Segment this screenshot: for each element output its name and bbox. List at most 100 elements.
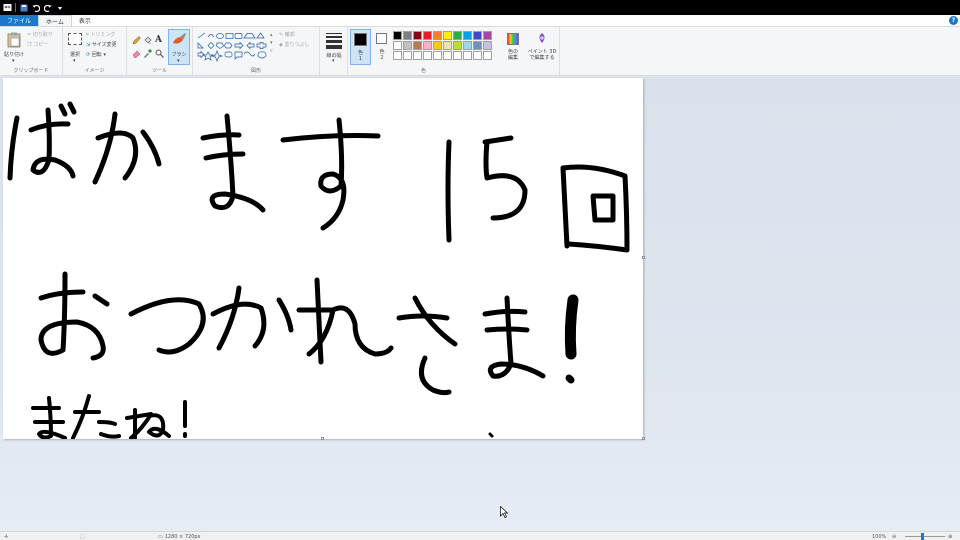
fill-button[interactable]: ◆ 塗りつぶし <box>279 41 310 48</box>
color2-swatch <box>376 33 387 44</box>
outline-label: 輪郭 <box>284 32 295 38</box>
palette-swatch[interactable] <box>423 41 432 50</box>
separator <box>15 3 16 12</box>
resize-handle-right[interactable] <box>642 256 645 259</box>
pencil-icon[interactable] <box>132 36 141 45</box>
cursor-position: ✛ <box>4 533 8 540</box>
crosshair-icon: ✛ <box>4 533 9 540</box>
copy-label: コピー <box>33 42 49 48</box>
tab-home[interactable]: ホーム <box>38 15 72 26</box>
resize-icon: ⇲ <box>86 42 91 48</box>
palette-swatch[interactable] <box>443 31 452 40</box>
palette-swatch[interactable] <box>443 51 452 60</box>
resize-button[interactable]: ⇲ サイズ変更 <box>86 41 117 48</box>
tab-view[interactable]: 表示 <box>72 15 98 26</box>
palette-swatch[interactable] <box>473 51 482 60</box>
color-picker-icon[interactable] <box>143 49 152 58</box>
tab-file[interactable]: ファイル <box>0 15 39 26</box>
colors-group: 色 1 色 2 色の 編集 ペイント 3D で編集する 色 <box>348 27 560 76</box>
selection-icon: ⬚ <box>80 533 85 540</box>
paste-icon <box>7 32 21 48</box>
shapes-gallery[interactable] <box>197 32 273 62</box>
chevron-down-icon: ▾ <box>103 52 106 58</box>
paint3d-label: ペイント 3D で編集する <box>527 49 557 61</box>
palette-swatch[interactable] <box>443 41 452 50</box>
crop-button[interactable]: ⌗ トリミング <box>86 31 115 38</box>
undo-icon[interactable] <box>31 3 41 13</box>
select-button[interactable]: 選択 ▾ <box>66 30 84 64</box>
cut-button[interactable]: ✂ 切り取り <box>27 31 53 38</box>
palette-swatch[interactable] <box>403 51 412 60</box>
chevron-down-icon: ▾ <box>12 58 15 64</box>
workspace <box>0 77 960 531</box>
paste-button[interactable]: 貼り付け ▾ <box>3 30 25 64</box>
color1-button[interactable]: 色 1 <box>350 29 371 65</box>
palette-swatch[interactable] <box>463 31 472 40</box>
paint3d-button[interactable]: ペイント 3D で編集する <box>526 29 558 65</box>
shapes-scroll-arrows[interactable]: ▴ ▾ ▿ <box>270 31 273 55</box>
drawing-canvas[interactable] <box>3 78 645 440</box>
customize-icon[interactable] <box>55 3 65 13</box>
palette-swatch[interactable] <box>473 41 482 50</box>
palette-swatch[interactable] <box>413 41 422 50</box>
palette-swatch[interactable] <box>413 31 422 40</box>
rotate-label: 回転 <box>91 52 102 58</box>
rotate-button[interactable]: ⟳ 回転 ▾ <box>86 51 106 58</box>
ribbon-tabs: ファイル ホーム 表示 ? <box>0 15 960 26</box>
zoom-out-button[interactable]: ⊖ <box>892 533 896 540</box>
text-icon[interactable]: A <box>155 35 162 45</box>
select-icon <box>68 33 82 45</box>
palette-swatch[interactable] <box>453 41 462 50</box>
resize-handle-corner[interactable] <box>642 437 645 440</box>
palette-swatch[interactable] <box>403 31 412 40</box>
palette-swatch[interactable] <box>393 51 402 60</box>
clipboard-group: 貼り付け ▾ ✂ 切り取り ❐ コピー クリップボード <box>0 27 63 76</box>
palette-swatch[interactable] <box>463 41 472 50</box>
chevron-down-icon: ▾ <box>177 58 180 64</box>
fill-icon[interactable] <box>143 36 152 45</box>
palette-swatch[interactable] <box>423 31 432 40</box>
line-width-icon <box>326 33 342 49</box>
eraser-icon[interactable] <box>132 49 141 58</box>
palette-swatch[interactable] <box>433 31 442 40</box>
palette-swatch[interactable] <box>473 31 482 40</box>
palette-swatch[interactable] <box>483 41 492 50</box>
palette-swatch[interactable] <box>403 41 412 50</box>
color2-button[interactable]: 色 2 <box>373 29 391 65</box>
size-group: 線の幅 ▾ <box>320 27 348 76</box>
palette-swatch[interactable] <box>413 51 422 60</box>
edit-colors-button[interactable]: 色の 編集 <box>503 29 523 65</box>
palette-swatch[interactable] <box>463 51 472 60</box>
image-group-label: イメージ <box>84 68 105 74</box>
paint-app-icon[interactable] <box>2 3 12 13</box>
color1-label: 色 1 <box>357 50 363 62</box>
redo-icon[interactable] <box>43 3 53 13</box>
magnifier-icon[interactable] <box>155 49 164 58</box>
fill-label: 塗りつぶし <box>284 42 310 48</box>
image-group: 選択 ▾ ⌗ トリミング ⇲ サイズ変更 ⟳ 回転 ▾ イメージ <box>63 27 127 76</box>
palette-swatch[interactable] <box>453 31 462 40</box>
resize-handle-bottom[interactable] <box>321 437 324 440</box>
paste-label: 貼り付け <box>3 52 24 58</box>
zoom-slider-track[interactable] <box>905 536 945 537</box>
brush-icon <box>173 33 186 44</box>
palette-swatch[interactable] <box>483 31 492 40</box>
copy-button[interactable]: ❐ コピー <box>27 41 48 48</box>
palette-swatch[interactable] <box>483 51 492 60</box>
save-icon[interactable] <box>19 3 29 13</box>
zoom-in-button[interactable]: ⊕ <box>948 533 952 540</box>
palette-swatch[interactable] <box>433 51 442 60</box>
copy-icon: ❐ <box>27 42 32 48</box>
palette-swatch[interactable] <box>423 51 432 60</box>
palette-swatch[interactable] <box>453 51 462 60</box>
tools-group: A ブラシ ▾ ツール <box>127 27 193 76</box>
size-button[interactable]: 線の幅 ▾ <box>323 30 345 66</box>
palette-swatch[interactable] <box>393 41 402 50</box>
zoom-slider-thumb[interactable] <box>921 533 924 540</box>
palette-swatch[interactable] <box>433 41 442 50</box>
status-bar: ✛ ⬚ ▭ 1280 × 720px 100% ⊖ ⊕ <box>0 531 960 540</box>
outline-button[interactable]: ✎ 輪郭 <box>279 31 295 38</box>
help-icon[interactable]: ? <box>949 16 958 25</box>
palette-swatch[interactable] <box>393 31 402 40</box>
brush-button[interactable]: ブラシ ▾ <box>168 29 190 65</box>
